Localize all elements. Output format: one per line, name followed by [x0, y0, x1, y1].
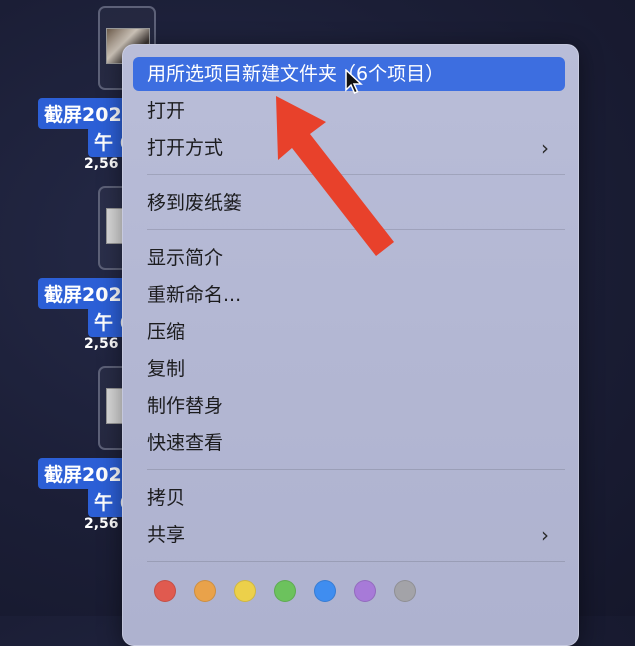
mouse-cursor-icon: [345, 69, 363, 95]
menu-item-duplicate[interactable]: 复制: [133, 352, 565, 386]
chevron-right-icon: ›: [541, 136, 549, 160]
menu-item-label: 压缩: [147, 321, 186, 343]
menu-item-quick-look[interactable]: 快速查看: [133, 426, 565, 460]
menu-item-label: 快速查看: [147, 432, 224, 454]
tag-yellow[interactable]: [234, 580, 256, 602]
file-name-line1: 截屏202: [38, 278, 128, 309]
file-size: 2,56: [84, 336, 119, 352]
menu-item-compress[interactable]: 压缩: [133, 315, 565, 349]
annotation-arrow-icon: [276, 96, 394, 256]
file-name-line1: 截屏202: [38, 458, 128, 489]
menu-item-label: 打开方式: [147, 137, 224, 159]
menu-item-share[interactable]: 共享 ›: [133, 518, 565, 552]
tag-gray[interactable]: [394, 580, 416, 602]
menu-item-label: 拷贝: [147, 487, 186, 509]
menu-item-rename[interactable]: 重新命名...: [133, 278, 565, 312]
menu-separator: [147, 469, 565, 470]
menu-item-label: 移到废纸篓: [147, 192, 243, 214]
menu-item-label: 打开: [147, 100, 186, 122]
menu-item-label: 复制: [147, 358, 186, 380]
menu-item-label: 用所选项目新建文件夹（6个项目）: [147, 63, 445, 85]
tag-red[interactable]: [154, 580, 176, 602]
tag-blue[interactable]: [314, 580, 336, 602]
file-name-line1: 截屏202: [38, 98, 128, 129]
menu-item-make-alias[interactable]: 制作替身: [133, 389, 565, 423]
menu-separator: [147, 561, 565, 562]
file-size: 2,56: [84, 156, 119, 172]
menu-item-label: 共享: [147, 524, 186, 546]
tag-green[interactable]: [274, 580, 296, 602]
menu-item-label: 制作替身: [147, 395, 224, 417]
tag-purple[interactable]: [354, 580, 376, 602]
menu-item-label: 重新命名...: [147, 284, 242, 306]
tag-orange[interactable]: [194, 580, 216, 602]
annotation-arrow-shape: [276, 96, 394, 256]
chevron-right-icon: ›: [541, 523, 549, 547]
menu-item-label: 显示简介: [147, 247, 224, 269]
file-size: 2,56: [84, 516, 119, 532]
menu-item-copy[interactable]: 拷贝: [133, 481, 565, 515]
